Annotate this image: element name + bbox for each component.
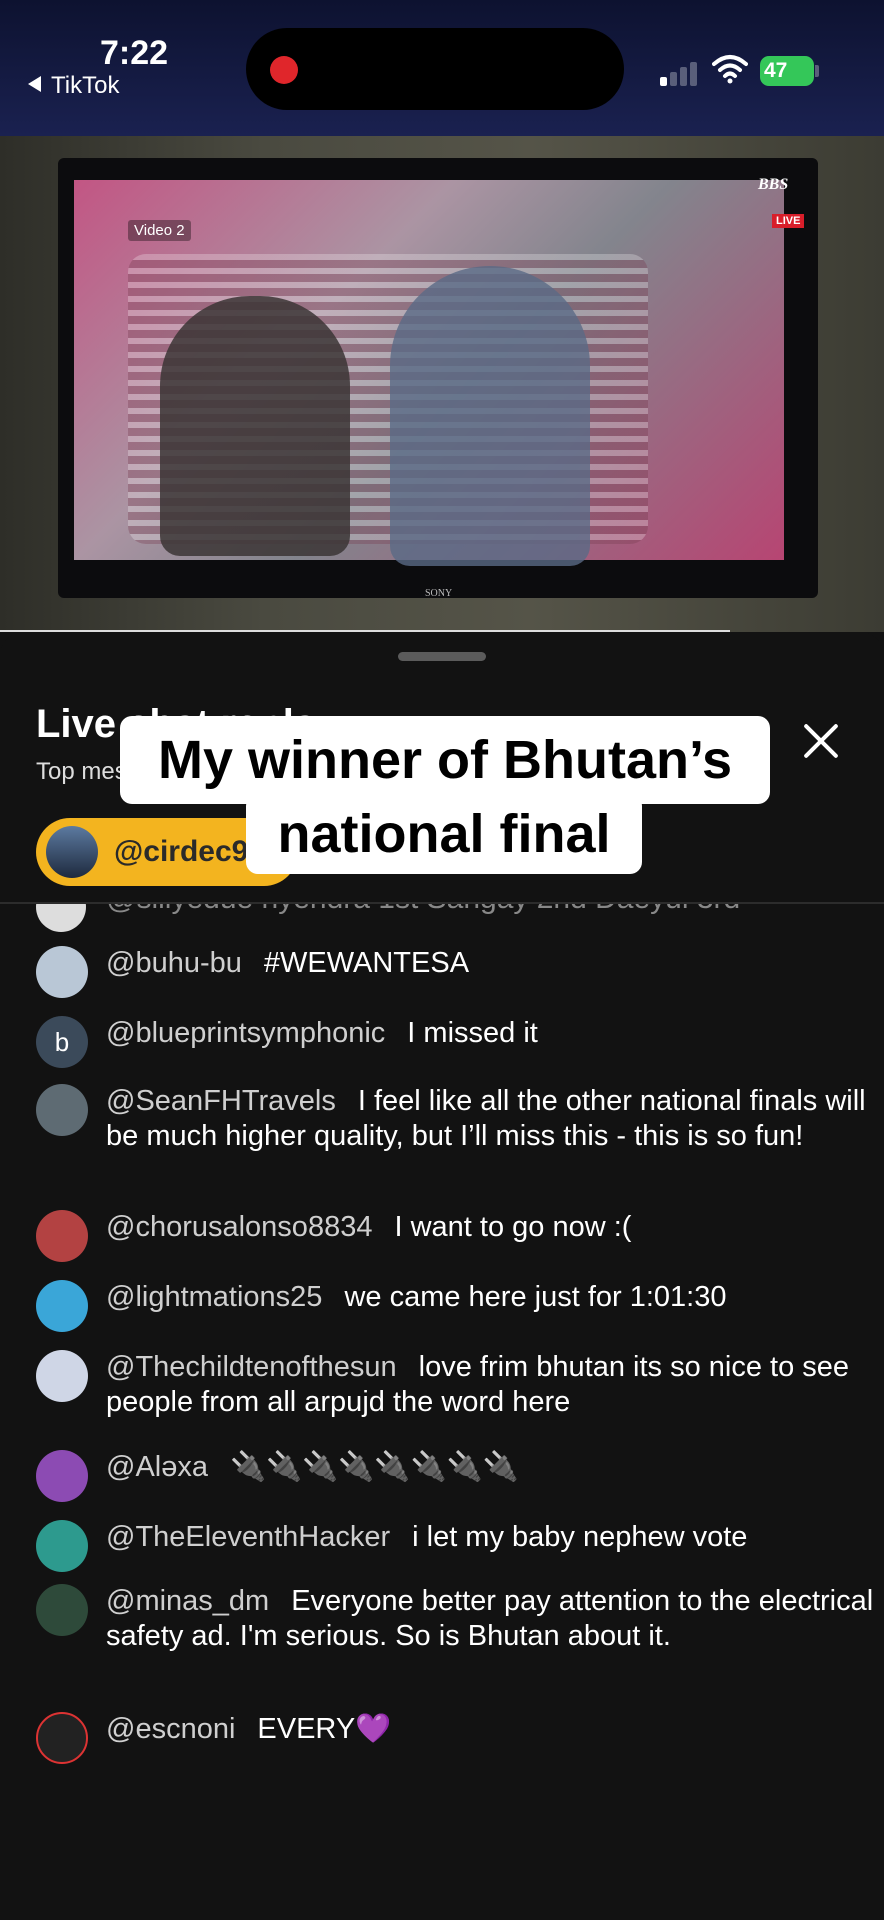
pinned-user-avatar [46,826,98,878]
comment-username[interactable]: @Thechildtenofthesun [106,1351,397,1383]
comment-username[interactable]: @SeanFHTravels [106,1085,336,1117]
channel-logo: BBS [758,176,789,193]
comment-text: I missed it [407,1017,538,1049]
pinned-user-name: @cirdec9 [114,835,249,868]
comment-username[interactable]: @blueprintsymphonic [106,1017,385,1049]
avatar[interactable] [36,1520,88,1572]
avatar-letter: b [54,1027,70,1057]
comment-username[interactable]: @TheEleventhHacker [106,1521,390,1553]
avatar[interactable] [36,1350,88,1402]
comment-username[interactable]: @chorusalonso8834 [106,1211,372,1243]
comment-text: I want to go now :( [394,1211,632,1243]
comment-text: we came here just for 1:01:30 [344,1281,727,1313]
comment-body: @lightmations25 we came here just for 1:0… [106,1280,884,1315]
avatar [36,904,86,932]
back-app-label: TikTok [51,72,120,99]
comment-body: @SeanFHTravels I feel like all the other … [106,1084,884,1154]
avatar[interactable] [36,1712,88,1764]
comment-body: @buhu-bu #WEWANTESA [106,946,884,981]
live-video-player[interactable]: Video 2 BBS LIVE SONY [0,136,884,632]
battery-icon: 47 [760,56,814,86]
avatar[interactable] [36,946,88,998]
avatar[interactable] [36,1084,88,1136]
status-bar: 7:22 TikTok 47 [0,0,884,136]
clock: 7:22 [100,34,169,72]
comment-body: @Aləxa 🔌🔌🔌🔌🔌🔌🔌🔌 [106,1450,884,1485]
comment-body: @blueprintsymphonic I missed it [106,1016,884,1051]
comment-body: @TheEleventhHacker i let my baby nephew v… [106,1520,884,1555]
comment-body: @chorusalonso8834 I want to go now :( [106,1210,884,1245]
video-source-label: Video 2 [128,220,191,241]
live-badge: LIVE [772,214,805,228]
comment-body: @Thechildtenofthesun love frim bhutan its… [106,1350,884,1420]
back-arrow-icon [28,76,41,92]
comment-text: @sillyedue nyendra 1st Sangay 2nd Daeyul… [106,904,740,916]
comment-text: 🔌🔌🔌🔌🔌🔌🔌🔌 [229,1451,519,1483]
caption-line-2: national final [246,794,642,874]
avatar[interactable] [36,1280,88,1332]
sheet-drag-handle[interactable] [398,652,486,661]
comment-username[interactable]: @minas_dm [106,1585,269,1617]
comment-list[interactable]: @sillyedue nyendra 1st Sangay 2nd Daeyul… [0,904,884,1804]
avatar[interactable] [36,1584,88,1636]
battery-level: 47 [764,59,788,82]
dynamic-island [246,28,624,110]
person-left [160,296,350,556]
avatar[interactable] [36,1450,88,1502]
close-icon[interactable] [796,716,846,766]
comment-username[interactable]: @Aləxa [106,1451,208,1483]
person-right [390,266,590,566]
cellular-signal-icon [660,58,700,86]
comment-body: @minas_dm Everyone better pay attention t… [106,1584,884,1654]
back-to-app-button[interactable]: TikTok [28,72,119,100]
avatar[interactable] [36,1210,88,1262]
comment-item-partial: @sillyedue nyendra 1st Sangay 2nd Daeyul… [36,904,856,932]
caption-line-1: My winner of Bhutan’s [120,716,770,804]
tv-brand: SONY [425,588,453,599]
comment-text: i let my baby nephew vote [412,1521,748,1553]
comment-username[interactable]: @escnoni [106,1713,235,1745]
comment-body: @escnoni EVERY💜 [106,1712,884,1747]
recording-indicator-icon [270,56,298,84]
wifi-icon [712,55,748,84]
comment-username[interactable]: @buhu-bu [106,947,242,979]
battery-tip [815,65,819,77]
avatar[interactable]: b [36,1016,88,1068]
comment-text: #WEWANTESA [263,947,470,979]
comment-username[interactable]: @lightmations25 [106,1281,322,1313]
comment-text: EVERY💜 [257,1713,392,1745]
